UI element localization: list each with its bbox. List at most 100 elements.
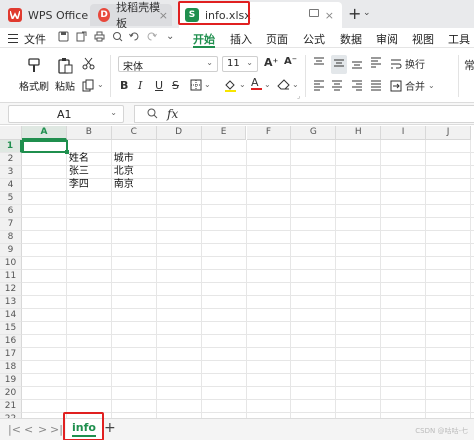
align-top-icon[interactable] <box>313 57 325 72</box>
formula-input[interactable] <box>134 105 474 123</box>
undo-icon[interactable] <box>129 31 140 45</box>
row-header-8[interactable]: 8 <box>0 231 22 244</box>
close-icon[interactable]: × <box>325 9 334 22</box>
row-header-9[interactable]: 9 <box>0 244 22 257</box>
align-center-icon[interactable] <box>331 79 343 94</box>
row-header-5[interactable]: 5 <box>0 192 22 205</box>
font-dialog-launcher-icon[interactable]: ⌟ <box>297 92 300 100</box>
chevron-down-icon[interactable]: ⌄ <box>239 80 246 89</box>
fill-color-icon[interactable] <box>224 78 237 95</box>
select-all-corner[interactable] <box>0 126 22 140</box>
row-header-7[interactable]: 7 <box>0 218 22 231</box>
cell-c2[interactable]: 城市 <box>112 153 134 165</box>
row-header-12[interactable]: 12 <box>0 283 22 296</box>
redo-icon[interactable] <box>146 31 157 45</box>
row-header-20[interactable]: 20 <box>0 387 22 400</box>
tab-page[interactable]: 页面 <box>266 31 288 47</box>
tab-tools[interactable]: 工具 <box>448 31 470 47</box>
column-header-j[interactable]: J <box>426 126 471 140</box>
column-header-e[interactable]: E <box>201 126 247 140</box>
prev-sheet-button[interactable]: < <box>24 423 33 436</box>
paste-button[interactable]: 粘贴 <box>50 57 80 93</box>
row-header-18[interactable]: 18 <box>0 361 22 374</box>
font-size-select[interactable]: 11 ⌄ <box>222 56 258 72</box>
add-sheet-button[interactable]: + <box>104 420 116 436</box>
copy-icon[interactable] <box>82 79 95 95</box>
last-sheet-button[interactable]: >| <box>50 423 63 436</box>
row-header-11[interactable]: 11 <box>0 270 22 283</box>
row-header-15[interactable]: 15 <box>0 322 22 335</box>
export-icon[interactable] <box>76 31 87 45</box>
chevron-down-icon[interactable]: ⌄ <box>292 80 299 89</box>
font-shrink-button[interactable]: A⁻ <box>284 56 297 67</box>
cell-b2[interactable]: 姓名 <box>67 153 89 165</box>
file-menu[interactable]: 文件 <box>24 31 46 47</box>
column-header-g[interactable]: G <box>291 126 337 140</box>
tab-wps-office[interactable]: WPS Office <box>8 4 88 26</box>
tab-home[interactable]: 开始 <box>193 31 215 47</box>
tab-formula[interactable]: 公式 <box>303 31 325 47</box>
column-header-b[interactable]: B <box>66 126 112 140</box>
column-header-c[interactable]: C <box>111 126 157 140</box>
chevron-down-icon[interactable]: ⌄ <box>204 80 211 89</box>
tab-insert[interactable]: 插入 <box>230 31 252 47</box>
number-format-button[interactable]: 常 <box>464 57 474 73</box>
row-header-14[interactable]: 14 <box>0 309 22 322</box>
first-sheet-button[interactable]: |< <box>8 423 21 436</box>
monitor-icon[interactable] <box>309 9 319 17</box>
merge-cells-button[interactable]: 合并 ⌄ <box>390 78 435 93</box>
row-header-3[interactable]: 3 <box>0 166 22 179</box>
row-header-1[interactable]: 1 <box>0 140 22 153</box>
row-header-19[interactable]: 19 <box>0 374 22 387</box>
justify-icon[interactable] <box>370 79 382 94</box>
align-left-icon[interactable] <box>313 79 325 94</box>
row-header-21[interactable]: 21 <box>0 400 22 413</box>
menu-icon[interactable] <box>8 34 18 46</box>
cut-icon[interactable] <box>82 57 95 73</box>
cell-b4[interactable]: 李四 <box>67 179 89 191</box>
spreadsheet-grid[interactable]: A B C D E F G H I J 1 2 3 4 5 6 7 8 9 10 11 12 13 14 15 16 17 18 19 2… <box>0 126 474 418</box>
row-header-16[interactable]: 16 <box>0 335 22 348</box>
fx-icon[interactable]: fx <box>167 107 178 121</box>
column-header-a[interactable]: A <box>22 126 67 140</box>
print-icon[interactable] <box>94 31 105 45</box>
row-header-6[interactable]: 6 <box>0 205 22 218</box>
chevron-down-icon[interactable]: ⌄ <box>363 8 371 18</box>
row-header-13[interactable]: 13 <box>0 296 22 309</box>
font-name-select[interactable]: 宋体 ⌄ <box>118 56 218 73</box>
italic-button[interactable]: I <box>138 79 142 92</box>
chevron-down-icon[interactable]: ⌄ <box>67 80 74 89</box>
tab-data[interactable]: 数据 <box>340 31 362 47</box>
next-sheet-button[interactable]: > <box>38 423 47 436</box>
tab-view[interactable]: 视图 <box>412 31 434 47</box>
row-header-17[interactable]: 17 <box>0 348 22 361</box>
chevron-down-icon[interactable]: ⌄ <box>97 80 104 89</box>
column-header-f[interactable]: F <box>246 126 292 140</box>
border-icon[interactable] <box>190 79 202 94</box>
tab-review[interactable]: 审阅 <box>376 31 398 47</box>
fill-handle[interactable] <box>65 150 69 154</box>
cell-c3[interactable]: 北京 <box>112 166 134 178</box>
format-painter-button[interactable]: 格式刷 <box>16 57 52 93</box>
close-icon[interactable]: × <box>159 9 168 22</box>
chevron-down-icon[interactable]: ⌄ <box>264 80 271 89</box>
row-header-10[interactable]: 10 <box>0 257 22 270</box>
strikethrough-button[interactable]: S <box>172 79 179 92</box>
font-color-button[interactable]: A <box>251 77 262 90</box>
cell-b3[interactable]: 张三 <box>67 166 89 178</box>
underline-button[interactable]: U <box>155 79 163 92</box>
row-header-2[interactable]: 2 <box>0 153 22 166</box>
align-right-icon[interactable] <box>351 79 363 94</box>
tab-template[interactable]: D 找稻壳模板 × <box>90 1 172 30</box>
active-cell-outline[interactable] <box>22 140 68 153</box>
eraser-icon[interactable] <box>277 79 290 94</box>
column-header-i[interactable]: I <box>381 126 427 140</box>
row-header-4[interactable]: 4 <box>0 179 22 192</box>
align-middle-icon[interactable] <box>331 55 347 74</box>
align-bottom-icon[interactable] <box>351 57 363 72</box>
new-tab-button[interactable]: + <box>348 4 361 23</box>
wrap-text-button[interactable]: 换行 <box>390 56 425 71</box>
search-icon[interactable] <box>147 108 158 122</box>
preview-icon[interactable] <box>112 31 123 45</box>
save-icon[interactable] <box>58 31 69 45</box>
